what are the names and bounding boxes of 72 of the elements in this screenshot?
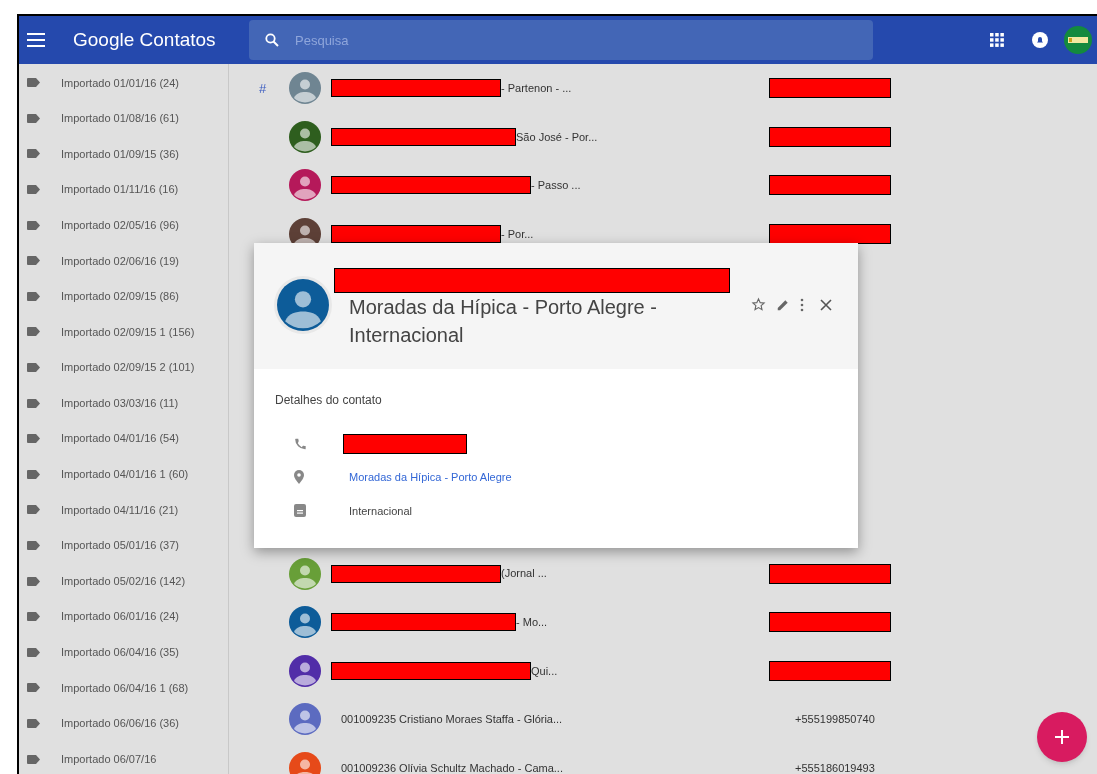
label-icon bbox=[27, 256, 40, 266]
label-item[interactable]: Importado 06/04/16 1 (68) bbox=[19, 670, 228, 706]
phone-number: +555199850740 bbox=[795, 712, 875, 728]
contact-name: Moradas da Hípica - Porto Alegre - Internacional bbox=[349, 295, 658, 348]
label-icon bbox=[27, 149, 40, 159]
more-icon[interactable] bbox=[800, 297, 804, 312]
label-icon bbox=[27, 612, 40, 622]
contact-name: - Mo... bbox=[516, 615, 548, 630]
label-item[interactable]: Importado 06/01/16 (24) bbox=[19, 598, 228, 635]
label-item[interactable]: Importado 06/07/16 bbox=[19, 741, 228, 774]
label-icon bbox=[27, 78, 40, 88]
note-icon bbox=[294, 504, 306, 518]
close-icon[interactable] bbox=[820, 298, 832, 311]
label-icon bbox=[27, 363, 40, 373]
contact-name: 001009236 Olívia Schultz Machado - Cama... bbox=[341, 760, 563, 774]
label-icon bbox=[27, 505, 40, 515]
label-item[interactable]: Importado 01/01/16 (24) bbox=[19, 65, 228, 101]
label-item[interactable]: Importado 02/09/15 1 (156) bbox=[19, 314, 228, 350]
search-field[interactable]: Pesquisa bbox=[249, 20, 873, 60]
label-item[interactable]: Importado 01/09/15 (36) bbox=[19, 136, 228, 172]
label-item[interactable]: Importado 02/06/16 (19) bbox=[19, 242, 228, 279]
label-icon bbox=[27, 113, 40, 123]
contact-name: São José - Por... bbox=[516, 129, 598, 145]
label-icon bbox=[27, 469, 40, 479]
star-icon[interactable] bbox=[751, 297, 766, 312]
label-item[interactable]: Importado 02/05/16 (96) bbox=[19, 207, 228, 243]
label-item[interactable]: Importado 02/09/15 (86) bbox=[19, 278, 228, 315]
label-item[interactable]: Importado 01/08/16 (61) bbox=[19, 100, 228, 137]
label-icon bbox=[27, 719, 40, 728]
label-icon bbox=[27, 754, 40, 764]
label-icon bbox=[27, 220, 40, 230]
address-link[interactable]: Moradas da Hípica - Porto Alegre bbox=[349, 469, 512, 486]
label-icon bbox=[27, 327, 40, 337]
contact-name: - Por... bbox=[501, 226, 534, 242]
label-item[interactable]: Importado 05/01/16 (37) bbox=[19, 527, 228, 564]
contact-name: - Passo ... bbox=[531, 178, 581, 194]
label-item[interactable]: Importado 05/02/16 (142) bbox=[19, 563, 228, 599]
phone-number: +555186019493 bbox=[795, 760, 875, 774]
label-icon bbox=[27, 434, 40, 444]
label-icon bbox=[27, 576, 40, 586]
label-icon bbox=[27, 683, 40, 693]
section-letter: # bbox=[259, 80, 267, 96]
contact-name: (Jornal ... bbox=[501, 566, 547, 582]
note-text: Internacional bbox=[349, 503, 412, 519]
plus-icon bbox=[1055, 730, 1069, 744]
label-item[interactable]: Importado 04/01/16 (54) bbox=[19, 420, 228, 457]
add-contact-button[interactable] bbox=[1037, 712, 1087, 762]
search-icon bbox=[265, 33, 279, 47]
contact-name: Qui... bbox=[531, 663, 558, 679]
section-title: Detalhes do contato bbox=[275, 392, 383, 409]
phone-icon bbox=[294, 436, 308, 451]
label-icon bbox=[27, 541, 40, 550]
label-item[interactable]: Importado 02/09/15 2 (101) bbox=[19, 349, 228, 386]
label-item[interactable]: Importado 01/11/16 (16) bbox=[19, 171, 228, 208]
label-item[interactable]: Importado 03/03/16 (11) bbox=[19, 385, 228, 421]
label-item[interactable]: Importado 04/11/16 (21) bbox=[19, 492, 228, 528]
bell-icon[interactable] bbox=[1032, 32, 1048, 48]
label-icon bbox=[27, 647, 40, 657]
app-title: Google Contatos bbox=[73, 27, 217, 52]
label-icon bbox=[27, 185, 40, 195]
label-icon bbox=[27, 291, 40, 301]
contact-name: - Partenon - ... bbox=[501, 81, 572, 97]
apps-grid-icon[interactable] bbox=[990, 33, 1004, 47]
label-icon bbox=[27, 398, 40, 408]
menu-icon[interactable] bbox=[27, 33, 45, 47]
edit-icon[interactable] bbox=[776, 297, 790, 312]
account-avatar[interactable] bbox=[1064, 26, 1092, 54]
label-item[interactable]: Importado 06/04/16 (35) bbox=[19, 634, 228, 671]
label-item[interactable]: Importado 06/06/16 (36) bbox=[19, 705, 228, 742]
label-item[interactable]: Importado 04/01/16 1 (60) bbox=[19, 456, 228, 493]
location-pin-icon bbox=[294, 470, 304, 485]
contact-name: 001009235 Cristiano Moraes Staffa - Glória... bbox=[341, 712, 563, 728]
